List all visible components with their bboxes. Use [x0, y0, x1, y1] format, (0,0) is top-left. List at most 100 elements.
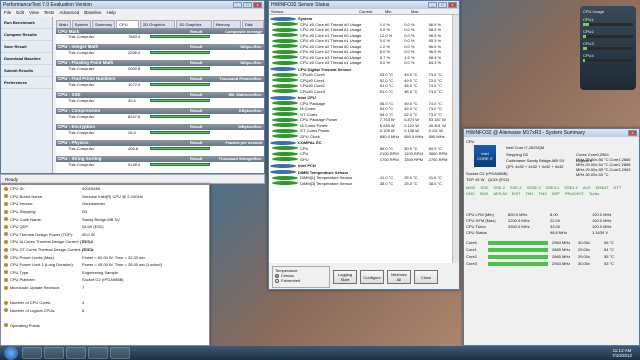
sensor-name: CPU #0 Core #3 Thread #0 Usage	[300, 54, 362, 60]
menu-item[interactable]: Tests	[44, 10, 55, 15]
start-button[interactable]	[4, 346, 18, 360]
sensor-min: 0.0 %	[404, 38, 415, 44]
col-sensor[interactable]: Sensor	[271, 9, 359, 14]
sensor-row[interactable]: GPU 1700 RPM 1500 RPM 2700 RPM	[269, 157, 453, 163]
sensor-row[interactable]: CPU #0 Core #3 Thread #1 Usage 5.0 % 0.0 %…	[269, 60, 453, 66]
sensor-max: 84.3 %	[428, 60, 442, 66]
col-min[interactable]: Min	[385, 9, 411, 14]
menu-item[interactable]: View	[29, 10, 39, 15]
sensor-max: 96.9 %	[428, 49, 442, 55]
sensor-current: 2100 RPM	[379, 151, 399, 157]
close-button[interactable]: x	[448, 2, 457, 8]
info-row: CPU Code Name: Sandy Bridge-MB SV	[1, 215, 209, 223]
sensor-icon	[272, 33, 298, 38]
info-label: CPU IA Cores Thermal Design Current (TDC…	[10, 239, 92, 245]
maximize-button[interactable]: □	[438, 2, 447, 8]
close-sensors-button[interactable]: Close	[414, 270, 438, 284]
sensor-icon	[272, 175, 298, 180]
category-name: CPU - Encryption	[58, 124, 96, 130]
feature-flag: Turbo	[588, 191, 600, 196]
sensor-current: 650.0 MHz	[379, 133, 400, 139]
group-icon	[270, 16, 296, 21]
system-clock[interactable]: 11:12 AM 7/10/2012	[612, 348, 640, 358]
result-value: 28.9	[128, 130, 136, 136]
sensor-name: CPU Package Power	[300, 117, 338, 123]
unit-header: MOps./Sec.	[240, 44, 262, 50]
sensor-name: CPU#0 Core1	[300, 77, 325, 83]
minimize-button[interactable]: _	[428, 2, 437, 8]
sensor-name: CPU#0 Core3	[300, 88, 325, 94]
sensor-row[interactable]: CPU#0 Core3 51.0 °C 48.0 °C 73.0 °C	[269, 89, 453, 95]
feature-flag: SSE4.1	[545, 185, 560, 190]
info-label: CPU Brand Name:	[10, 193, 44, 199]
logging-start-button[interactable]: Logging Start	[333, 270, 357, 284]
sensor-group[interactable]: Intel PCH	[269, 163, 453, 169]
info-row: CPU Type: Engineering Sample	[1, 269, 209, 277]
sensor-icon	[272, 134, 298, 139]
sidebar-item[interactable]: Preferences	[1, 77, 52, 89]
pt-menubar: File Edit View Tests Advanced Baseline Help	[1, 9, 264, 15]
sidebar-item[interactable]: Compare Results	[1, 29, 52, 41]
sensor-min: 0.0 %	[404, 21, 415, 27]
close-button[interactable]: x	[253, 2, 262, 8]
sensor-scrollbar[interactable]	[452, 15, 459, 263]
info-row: CPU ID: 00020A65	[1, 185, 209, 193]
maximize-button[interactable]: □	[243, 2, 252, 8]
sensor-min: 25.0 °C	[404, 175, 418, 181]
menu-item[interactable]: Baseline	[84, 10, 101, 15]
group-icon	[270, 140, 296, 145]
group-icon	[270, 67, 296, 72]
taskbar-performancetest-button[interactable]	[88, 347, 108, 359]
sensor-row[interactable]: DIMM[3] Temperature Sensor 38.0 °C 25.0 °C…	[269, 181, 453, 187]
menu-item[interactable]: Advanced	[59, 10, 79, 15]
fahrenheit-radio[interactable]: Fahrenheit	[275, 278, 327, 283]
sensor-row[interactable]: GPU Clock 650.0 MHz 650.0 MHz 650 MHz	[269, 134, 453, 140]
platform-row: Socket G2 (rPGA988B)	[466, 171, 508, 176]
category-name: CPU - SSE	[58, 92, 81, 98]
core-cell: 53 °C	[604, 261, 615, 266]
sensor-min: 25.0 °C	[404, 180, 418, 186]
sidebar-item[interactable]: Save Result	[1, 41, 52, 53]
configure-button[interactable]: Configure	[360, 270, 384, 284]
core-cell: 2865 MHz	[552, 254, 571, 259]
menu-item[interactable]: Edit	[16, 10, 24, 15]
group-icon	[270, 163, 296, 168]
core-cell: 55 °C	[604, 254, 615, 259]
core-fill	[583, 23, 589, 26]
taskbar-hwinfo-button[interactable]	[110, 347, 130, 359]
sidebar-item[interactable]: Run Benchmark	[1, 17, 52, 29]
sensor-min: 0.0 %	[404, 43, 415, 49]
logical-value: 8	[589, 158, 593, 163]
feature-flag: AVX	[582, 185, 591, 190]
sidebar-item[interactable]: Download Baseline	[1, 53, 52, 65]
menu-item[interactable]: File	[4, 10, 11, 15]
col-max[interactable]: Max	[411, 9, 437, 14]
sensor-current: 12.0 %	[379, 32, 393, 38]
taskbar-ie-button[interactable]	[22, 347, 42, 359]
sensor-icon	[272, 112, 298, 117]
sensor-icon	[272, 123, 298, 128]
sensor-min: 48.0 °C	[404, 83, 418, 89]
info-row: CPU Power Limit 1 (Long Duration): Power …	[1, 261, 209, 269]
taskbar-media-button[interactable]	[66, 347, 86, 359]
result-bar	[150, 131, 210, 135]
sensor-icon	[272, 89, 298, 94]
minimize-button[interactable]: _	[233, 2, 242, 8]
sidebar-item[interactable]: Submit Results	[1, 65, 52, 77]
sensor-max: 74.0 °C	[428, 83, 442, 89]
col-current[interactable]: Current	[359, 9, 385, 14]
sensor-name: GPU	[300, 156, 309, 162]
result-bar	[150, 99, 210, 103]
computer-label: This Computer	[68, 66, 95, 72]
info-value: Socket G2 (rPGA988B)	[82, 277, 124, 283]
tdp-row: TDP 45 W QL5X (ES2)	[466, 177, 510, 182]
info-icon	[4, 277, 8, 282]
info-icon	[4, 209, 8, 214]
sensor-icon	[272, 72, 298, 77]
op-cell: CPU LFM (Min)	[466, 211, 494, 217]
minimize-all-button[interactable]: Minimize All	[387, 270, 411, 284]
close-button[interactable]: x	[628, 130, 637, 136]
taskbar-explorer-button[interactable]	[44, 347, 64, 359]
sensor-current: 54.0 °C	[379, 111, 394, 117]
menu-item[interactable]: Help	[107, 10, 116, 15]
